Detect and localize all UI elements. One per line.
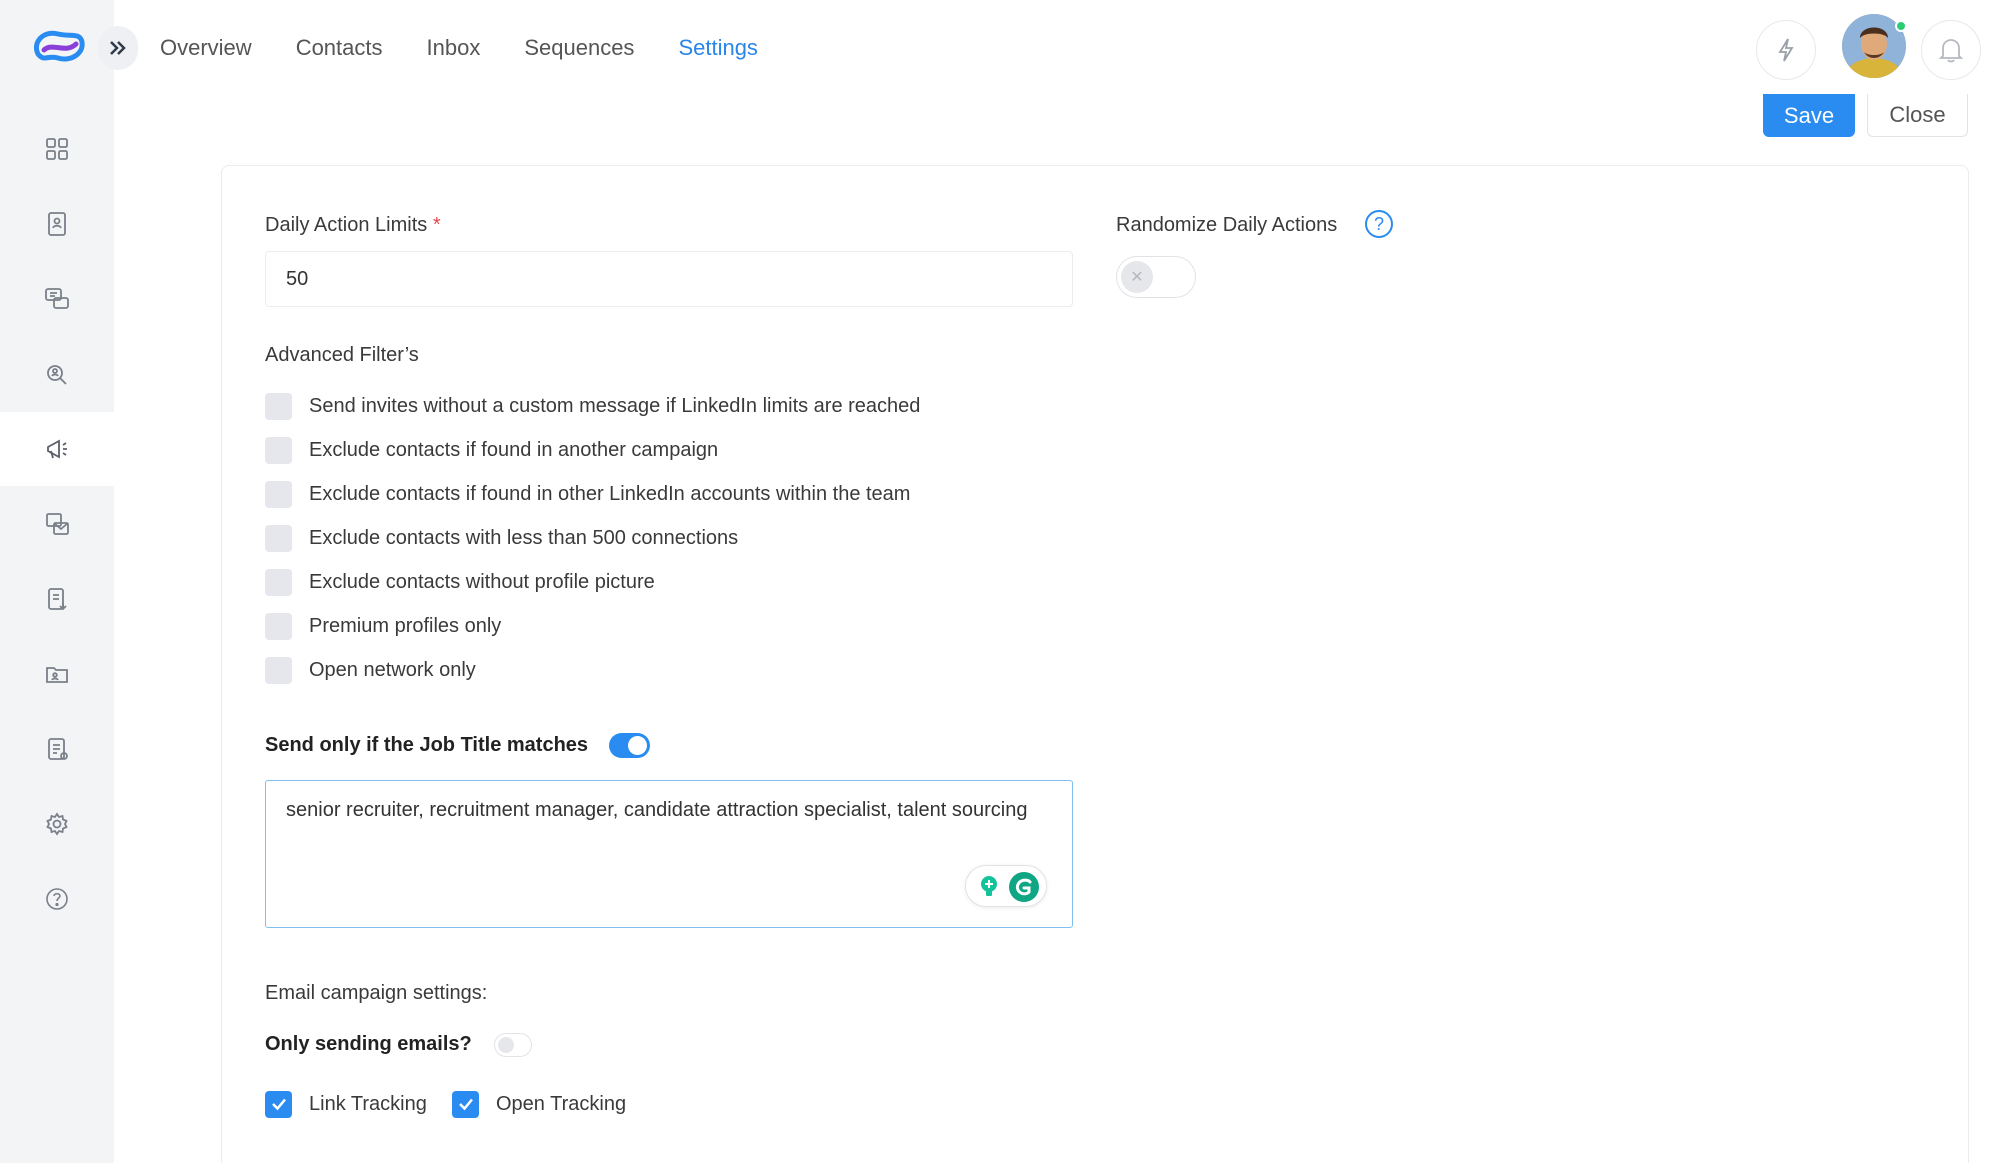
close-icon: ✕: [1121, 261, 1153, 293]
lightbulb-icon: [981, 876, 997, 896]
open-tracking-checkbox[interactable]: [452, 1090, 479, 1118]
filter-label: Premium profiles only: [309, 614, 502, 637]
filter-checkbox[interactable]: [265, 436, 292, 464]
tab-contacts[interactable]: Contacts: [296, 30, 383, 66]
app-logo[interactable]: [30, 24, 86, 68]
filter-row[interactable]: Exclude contacts without profile picture: [265, 567, 655, 597]
quick-actions-button[interactable]: [1756, 20, 1816, 80]
folder-contacts-icon: [46, 667, 68, 683]
top-nav: Overview Contacts Inbox Sequences Settin…: [160, 30, 802, 66]
filter-label: Exclude contacts if found in other Linke…: [309, 482, 911, 505]
export-report-icon: [48, 588, 67, 611]
tab-inbox[interactable]: Inbox: [427, 30, 481, 66]
filter-label: Send invites without a custom message if…: [309, 394, 921, 417]
sidebar-item-dashboard[interactable]: [0, 112, 114, 186]
sidebar-item-export[interactable]: [0, 562, 114, 636]
sidebar: [0, 0, 114, 1163]
double-chevron-right-icon: [110, 41, 126, 55]
tab-settings[interactable]: Settings: [678, 30, 758, 66]
link-tracking-label: Link Tracking: [309, 1092, 427, 1115]
job-title-label: Send only if the Job Title matches: [265, 734, 589, 756]
advanced-filters-label: Advanced Filter’s: [265, 344, 419, 366]
filter-checkbox[interactable]: [265, 612, 292, 640]
filter-row[interactable]: Send invites without a custom message if…: [265, 391, 920, 421]
filter-row[interactable]: Open network only: [265, 655, 476, 685]
filter-row[interactable]: Premium profiles only: [265, 611, 501, 641]
filter-checkbox[interactable]: [265, 656, 292, 684]
dashboard-icon: [46, 138, 68, 160]
job-title-toggle[interactable]: [609, 733, 650, 758]
help-icon[interactable]: ?: [1365, 210, 1393, 238]
notifications-button[interactable]: [1921, 20, 1981, 80]
email-settings-label: Email campaign settings:: [265, 982, 488, 1004]
filter-label: Exclude contacts with less than 500 conn…: [309, 526, 739, 549]
contacts-book-icon: [48, 212, 66, 236]
daily-limits-input[interactable]: 50: [265, 251, 1073, 307]
campaign-megaphone-icon: [47, 439, 67, 459]
only-emails-toggle[interactable]: [494, 1033, 532, 1057]
search-people-icon: [47, 365, 67, 385]
filter-checkbox[interactable]: [265, 392, 292, 420]
daily-limits-value: 50: [286, 267, 309, 290]
document-list-icon: [48, 738, 68, 760]
grammarly-widget[interactable]: [965, 865, 1047, 907]
online-status-dot: [1895, 20, 1907, 32]
filter-checkbox[interactable]: [265, 568, 292, 596]
link-tracking-row[interactable]: Link Tracking: [265, 1089, 427, 1119]
expand-sidebar-button[interactable]: [98, 26, 138, 70]
sidebar-item-messages[interactable]: [0, 262, 114, 336]
help-icon: [46, 888, 68, 910]
filter-label: Open network only: [309, 658, 476, 681]
sidebar-item-settings[interactable]: [0, 787, 114, 861]
filter-label: Exclude contacts without profile picture: [309, 570, 655, 593]
sidebar-item-search[interactable]: [0, 337, 114, 411]
help-icon-glyph: ?: [1373, 213, 1384, 234]
filter-label: Exclude contacts if found in another cam…: [309, 438, 719, 461]
tab-sequences[interactable]: Sequences: [524, 30, 634, 66]
email-templates-icon: [46, 513, 69, 535]
grammarly-icon: [1009, 872, 1039, 902]
filter-checkbox[interactable]: [265, 480, 292, 508]
gear-icon: [46, 812, 68, 836]
bell-icon: [1938, 39, 1964, 63]
checkmark-icon: [271, 1098, 286, 1111]
randomize-label: Randomize Daily Actions: [1116, 214, 1338, 236]
lightning-icon: [1778, 38, 1794, 62]
tab-overview[interactable]: Overview: [160, 30, 252, 66]
sidebar-item-documents[interactable]: [0, 712, 114, 786]
close-button[interactable]: Close: [1867, 94, 1968, 137]
open-tracking-row[interactable]: Open Tracking: [452, 1089, 626, 1119]
filter-row[interactable]: Exclude contacts if found in other Linke…: [265, 479, 910, 509]
link-tracking-checkbox[interactable]: [265, 1090, 292, 1118]
sidebar-item-help[interactable]: [0, 862, 114, 936]
sidebar-item-contacts[interactable]: [0, 187, 114, 261]
save-button[interactable]: Save: [1763, 94, 1855, 137]
open-tracking-label: Open Tracking: [496, 1092, 627, 1115]
job-title-textarea[interactable]: senior recruiter, recruitment manager, c…: [265, 780, 1073, 928]
toggle-knob: [628, 736, 647, 755]
messages-icon: [45, 288, 69, 309]
sidebar-item-folders[interactable]: [0, 637, 114, 711]
settings-card: [221, 165, 1969, 1163]
sidebar-item-templates[interactable]: [0, 487, 114, 561]
job-title-text: senior recruiter, recruitment manager, c…: [286, 799, 1028, 821]
filter-checkbox[interactable]: [265, 524, 292, 552]
filter-row[interactable]: Exclude contacts with less than 500 conn…: [265, 523, 738, 553]
toggle-knob: [498, 1037, 514, 1053]
daily-limits-label-text: Daily Action Limits: [265, 214, 428, 236]
checkmark-icon: [458, 1098, 473, 1111]
sidebar-item-campaigns[interactable]: [0, 412, 114, 486]
only-emails-label: Only sending emails?: [265, 1033, 472, 1055]
required-mark: *: [432, 214, 441, 236]
filter-row[interactable]: Exclude contacts if found in another cam…: [265, 435, 718, 465]
daily-limits-label: Daily Action Limits *: [265, 214, 441, 237]
randomize-toggle[interactable]: ✕: [1116, 256, 1196, 298]
